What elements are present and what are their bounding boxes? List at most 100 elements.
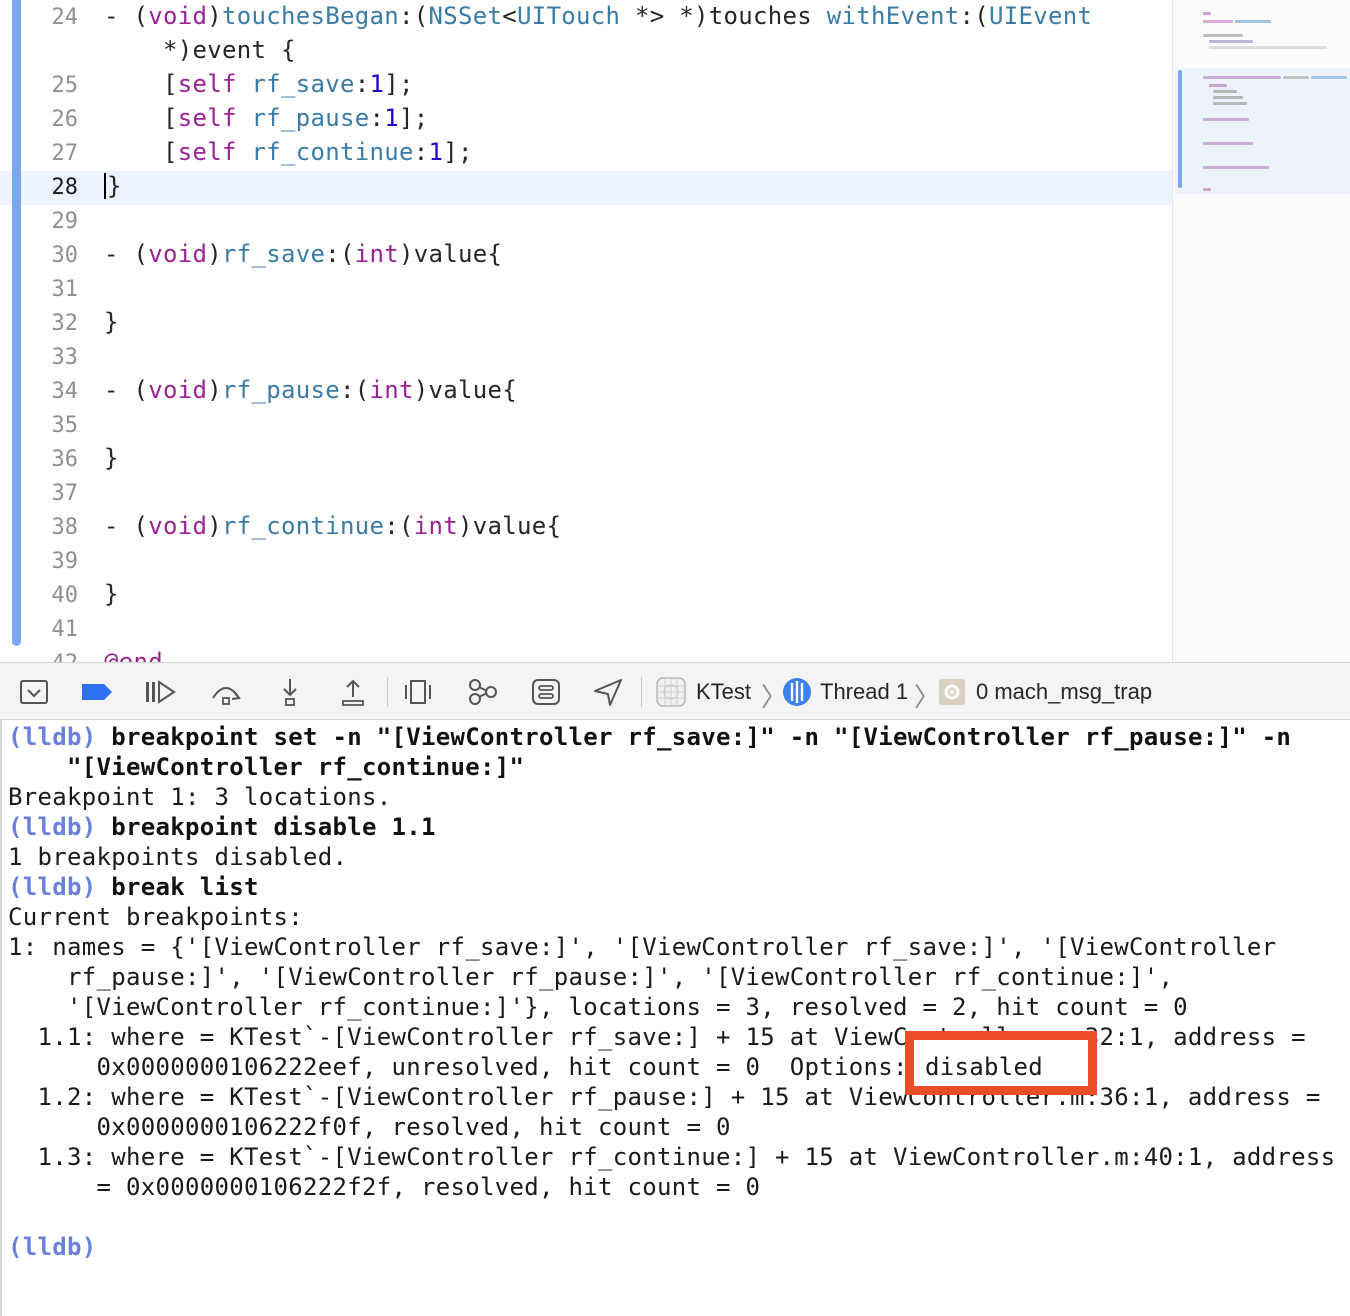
step-out-icon[interactable] xyxy=(336,676,370,708)
code-text[interactable]: } xyxy=(104,444,119,472)
code-line[interactable]: 34 - (void)rf_pause:(int)value{ xyxy=(0,375,1172,409)
console-line: Current breakpoints: xyxy=(8,903,303,931)
code-token: self xyxy=(177,138,237,166)
code-line[interactable]: 35 xyxy=(0,409,1172,443)
code-text[interactable]: [self rf_continue:1]; xyxy=(104,138,473,166)
continue-icon[interactable] xyxy=(143,676,177,708)
code-text[interactable]: - (void)rf_pause:(int)value{ xyxy=(104,376,517,404)
minimap-line xyxy=(1203,142,1253,145)
code-line[interactable]: 30 - (void)rf_save:(int)value{ xyxy=(0,239,1172,273)
code-line[interactable]: 25 [self rf_save:1]; xyxy=(0,69,1172,103)
console-output: 1.2: where = KTest`-[ViewController rf_p… xyxy=(8,1083,1321,1111)
code-token: void xyxy=(148,240,208,268)
code-line[interactable]: *)event { xyxy=(0,35,1172,69)
line-number: 41 xyxy=(51,617,79,642)
code-token: 1 xyxy=(369,70,385,98)
code-text[interactable]: } xyxy=(104,580,119,608)
console-output: rf_pause:]', '[ViewController rf_pause:]… xyxy=(8,963,1174,991)
console-output: 0x0000000106222eef, unresolved, hit coun… xyxy=(8,1053,1041,1081)
code-token: touchesBegan xyxy=(222,2,399,30)
code-token: UIEvent xyxy=(989,2,1093,30)
code-line[interactable]: 36} xyxy=(0,443,1172,477)
code-token: ) xyxy=(207,512,222,540)
code-token: : xyxy=(413,138,429,166)
code-text[interactable]: @end xyxy=(104,648,163,662)
crumb-frame[interactable]: 0 mach_msg_trap xyxy=(976,679,1152,705)
code-token: *> *)touches xyxy=(620,2,827,30)
environment-overrides-icon[interactable] xyxy=(529,676,563,708)
console-command: break list xyxy=(111,873,259,901)
toolbar-separator xyxy=(387,677,388,707)
code-text[interactable]: } xyxy=(104,172,122,200)
code-text[interactable]: [self rf_save:1]; xyxy=(104,70,414,98)
memory-graph-icon[interactable] xyxy=(465,676,499,708)
minimap[interactable] xyxy=(1172,0,1350,662)
code-text[interactable]: *)event { xyxy=(104,36,296,64)
crumb-thread[interactable]: Thread 1 xyxy=(820,679,908,705)
code-text[interactable]: } xyxy=(104,308,119,336)
code-token: } xyxy=(104,444,119,472)
code-token: ) xyxy=(207,2,222,30)
code-token: int xyxy=(413,512,458,540)
source-editor[interactable]: 24- (void)touchesBegan:(NSSet<UITouch *>… xyxy=(0,0,1350,662)
lldb-prompt: (lldb) xyxy=(8,1233,97,1261)
step-over-icon[interactable] xyxy=(209,676,243,708)
code-text[interactable]: [self rf_pause:1]; xyxy=(104,104,429,132)
lldb-prompt: (lldb) xyxy=(8,723,112,751)
step-into-icon[interactable] xyxy=(273,676,307,708)
code-line[interactable]: 39 xyxy=(0,545,1172,579)
code-line[interactable]: 38 - (void)rf_continue:(int)value{ xyxy=(0,511,1172,545)
minimap-line xyxy=(1209,46,1327,49)
code-line[interactable]: 37 xyxy=(0,477,1172,511)
hide-debug-area-icon[interactable] xyxy=(17,676,51,708)
minimap-line xyxy=(1203,166,1269,169)
simulate-location-icon[interactable] xyxy=(591,676,625,708)
code-token: rf_continue xyxy=(222,512,385,540)
minimap-viewport[interactable] xyxy=(1175,68,1350,194)
code-line[interactable]: 28} xyxy=(0,171,1172,205)
code-area[interactable]: 24- (void)touchesBegan:(NSSet<UITouch *>… xyxy=(0,0,1172,662)
breakpoints-toggle-icon[interactable] xyxy=(80,676,114,708)
code-token: [ xyxy=(104,104,178,132)
code-text[interactable]: - (void)touchesBegan:(NSSet<UITouch *> *… xyxy=(104,2,1092,30)
code-line[interactable]: 27 [self rf_continue:1]; xyxy=(0,137,1172,171)
line-number: 36 xyxy=(51,447,79,472)
console-output: Breakpoint 1: 3 locations. xyxy=(8,783,392,811)
console-line: '[ViewController rf_continue:]'}, locati… xyxy=(8,993,1188,1021)
code-line[interactable]: 29 xyxy=(0,205,1172,239)
code-token: void xyxy=(148,376,208,404)
console-line: (lldb) breakpoint disable 1.1 xyxy=(8,813,436,841)
console-line: "[ViewController rf_continue:]" xyxy=(8,753,524,781)
code-text[interactable]: - (void)rf_continue:(int)value{ xyxy=(104,512,561,540)
code-line[interactable]: 26 [self rf_pause:1]; xyxy=(0,103,1172,137)
code-line[interactable]: 33 xyxy=(0,341,1172,375)
code-token: rf_pause xyxy=(222,376,340,404)
console-line: 1.3: where = KTest`-[ViewController rf_c… xyxy=(8,1143,1335,1171)
code-token: int xyxy=(354,240,399,268)
lldb-prompt: (lldb) xyxy=(8,873,112,901)
view-debugger-icon[interactable] xyxy=(401,676,435,708)
line-number: 32 xyxy=(51,311,79,336)
code-line[interactable]: 32} xyxy=(0,307,1172,341)
crumb-target[interactable]: KTest xyxy=(696,679,751,705)
code-line[interactable]: 42 @end xyxy=(0,647,1172,662)
console-line: 1 breakpoints disabled. xyxy=(8,843,347,871)
code-token: ]; xyxy=(443,138,473,166)
code-token: :( xyxy=(340,376,370,404)
lldb-console[interactable]: (lldb) breakpoint set -n "[ViewControlle… xyxy=(0,720,1350,1316)
code-line[interactable]: 40} xyxy=(0,579,1172,613)
console-line: 1.1: where = KTest`-[ViewController rf_s… xyxy=(8,1023,1306,1051)
code-token: 1 xyxy=(384,104,399,132)
code-token: - ( xyxy=(104,2,149,30)
code-line[interactable]: 31 xyxy=(0,273,1172,307)
console-output: Current breakpoints: xyxy=(8,903,303,931)
line-number: 42 xyxy=(30,651,79,662)
code-token: [ xyxy=(104,138,178,166)
text-cursor xyxy=(104,173,106,199)
code-text[interactable]: - (void)rf_save:(int)value{ xyxy=(104,240,502,268)
code-line[interactable]: 24- (void)touchesBegan:(NSSet<UITouch *>… xyxy=(0,1,1172,35)
debug-bar: KTest 〉 Thread 1 〉 0 mach_msg_trap xyxy=(0,662,1350,720)
console-command: breakpoint set -n "[ViewController rf_sa… xyxy=(111,723,1292,751)
minimap-line xyxy=(1203,188,1211,191)
code-line[interactable]: 41 xyxy=(0,613,1172,647)
